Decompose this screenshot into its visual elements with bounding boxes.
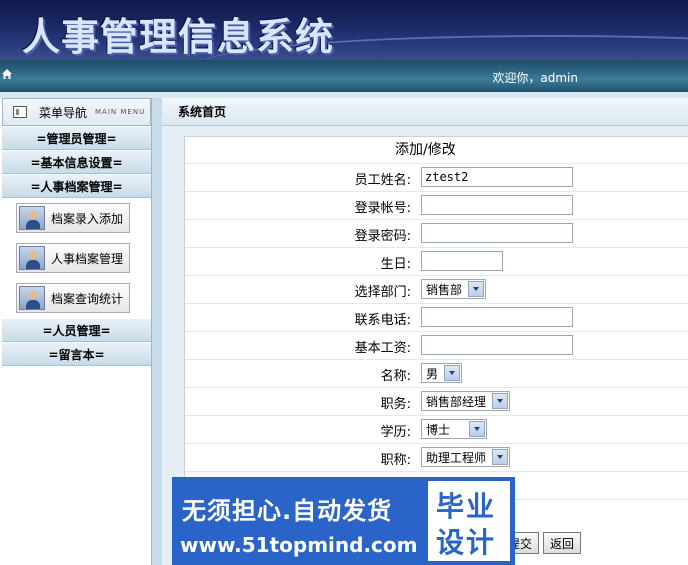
education-value: 博士 [426, 422, 451, 437]
badge-top-text: 毕业 [436, 490, 497, 523]
password-input[interactable] [421, 223, 573, 243]
birthday-label: 生日: [380, 257, 411, 272]
user-icon [19, 206, 45, 230]
sidebar-menu: 菜单导航 MAIN MENU =管理员管理= =基本信息设置= =人事档案管理=… [2, 98, 152, 565]
department-label: 选择部门: [354, 285, 411, 300]
menu-subtitle: MAIN MENU [95, 108, 146, 116]
department-select[interactable]: 销售部 [421, 279, 487, 299]
row-gender: 名称: 男 [185, 359, 688, 387]
sidebar-cat-staff[interactable]: =人员管理= [2, 318, 151, 342]
name-input[interactable] [421, 167, 573, 187]
gender-select[interactable]: 男 [421, 363, 463, 383]
position-select[interactable]: 销售部经理 [421, 391, 511, 411]
banner-slogan: 无须担心.自动发货 [182, 497, 393, 525]
row-position: 职务: 销售部经理 [185, 387, 688, 415]
home-icon[interactable] [1, 68, 13, 80]
welcome-text: 欢迎你，admin [492, 71, 578, 85]
chevron-down-icon [444, 365, 461, 381]
row-education: 学历: 博士 [185, 415, 688, 443]
chevron-down-icon [492, 449, 509, 465]
chevron-down-icon [469, 421, 485, 437]
banner-badge: 毕业 设计 [428, 481, 510, 561]
row-birthday: 生日: [185, 247, 688, 275]
password-label: 登录密码: [354, 229, 411, 244]
department-value: 销售部 [426, 282, 463, 297]
menu-icon [13, 106, 27, 118]
phone-label: 联系电话: [354, 313, 411, 328]
title-value: 助理工程师 [426, 450, 487, 465]
title-select[interactable]: 助理工程师 [421, 447, 511, 467]
salary-label: 基本工资: [354, 341, 411, 356]
gender-value: 男 [426, 366, 439, 381]
account-input[interactable] [421, 195, 573, 215]
row-password: 登录密码: [185, 219, 688, 247]
menu-header: 菜单导航 MAIN MENU [2, 98, 151, 126]
position-value: 销售部经理 [426, 394, 487, 409]
breadcrumb: 系统首页 [162, 98, 688, 126]
archive-add-button[interactable]: 档案录入添加 [16, 203, 131, 233]
row-salary: 基本工资: [185, 331, 688, 359]
row-title: 职称: 助理工程师 [185, 443, 688, 471]
badge-bottom-text: 设计 [436, 526, 497, 559]
back-button[interactable]: 返回 [543, 532, 582, 554]
user-icon [19, 286, 45, 310]
sidebar-cat-basic-info[interactable]: =基本信息设置= [2, 150, 151, 174]
menu-title: 菜单导航 [39, 105, 88, 120]
title-label: 职称: [380, 453, 411, 468]
row-phone: 联系电话: [185, 303, 688, 331]
position-label: 职务: [380, 397, 411, 412]
sidebar-subitem-archive-add: 档案录入添加 [2, 198, 151, 238]
sidebar-cat-archives[interactable]: =人事档案管理= [2, 174, 151, 198]
user-icon [19, 246, 45, 270]
top-navbar: 欢迎你，admin [0, 60, 688, 92]
education-select[interactable]: 博士 [421, 419, 487, 439]
banner-url: www.51topmind.com [180, 533, 418, 557]
watermark-banner: 无须担心.自动发货 www.51topmind.com 毕业 设计 [172, 477, 515, 565]
gender-label: 名称: [380, 369, 411, 384]
archive-add-label: 档案录入添加 [51, 211, 124, 226]
account-label: 登录帐号: [354, 201, 411, 216]
app-title: 人事管理信息系统 [22, 15, 335, 59]
name-label: 员工姓名: [354, 173, 411, 188]
row-name: 员工姓名: [185, 163, 688, 191]
form-title: 添加/修改 [395, 142, 456, 158]
row-account: 登录帐号: [185, 191, 688, 219]
sidebar-subitem-archive-query: 档案查询统计 [2, 278, 151, 318]
archive-manage-button[interactable]: 人事档案管理 [16, 243, 131, 273]
birthday-input[interactable] [421, 251, 503, 271]
app-header: 人事管理信息系统 [0, 0, 688, 60]
archive-query-button[interactable]: 档案查询统计 [16, 283, 131, 313]
sidebar-splitter[interactable] [152, 98, 162, 565]
archive-manage-label: 人事档案管理 [51, 251, 124, 266]
salary-input[interactable] [421, 335, 573, 355]
archive-query-label: 档案查询统计 [51, 291, 124, 306]
row-department: 选择部门: 销售部 [185, 275, 688, 303]
phone-input[interactable] [421, 307, 573, 327]
sidebar-subitem-archive-manage: 人事档案管理 [2, 238, 151, 278]
education-label: 学历: [380, 425, 411, 440]
sidebar-cat-guestbook[interactable]: =留言本= [2, 342, 151, 366]
sidebar-cat-admin[interactable]: =管理员管理= [2, 126, 151, 150]
chevron-down-icon [492, 393, 509, 409]
chevron-down-icon [468, 281, 485, 297]
